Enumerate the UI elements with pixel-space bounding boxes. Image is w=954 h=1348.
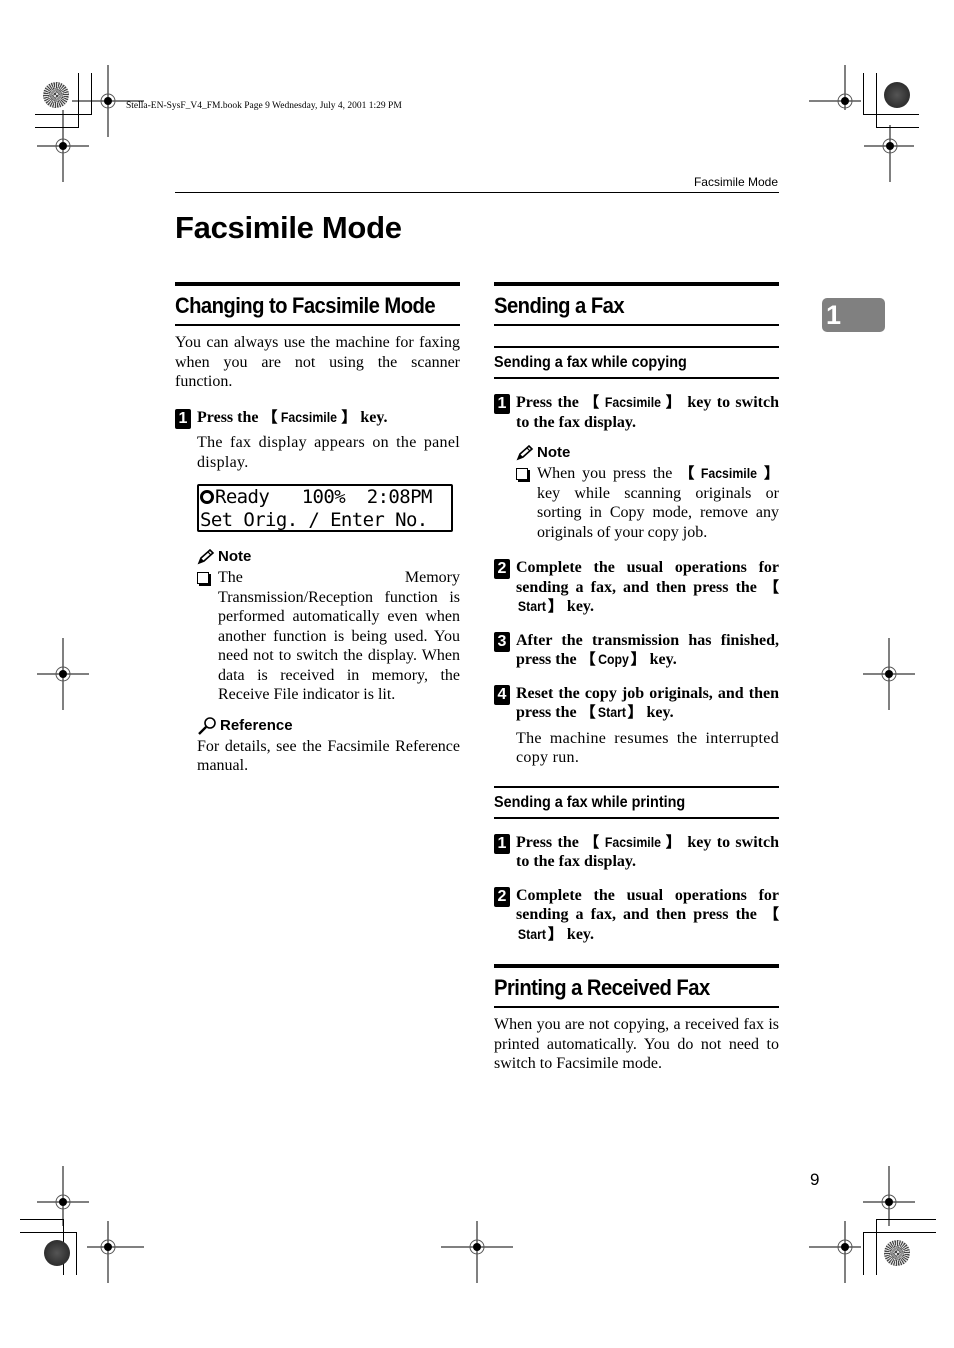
panel-display: Ready 100% 2:08PM Set Orig. / Enter No.	[197, 484, 453, 532]
subheading-while-copying: Sending a fax while copying	[494, 354, 687, 371]
crop-mark	[20, 1219, 63, 1220]
checkbox-bullet-icon	[516, 468, 528, 480]
start-key: Start	[517, 925, 546, 942]
start-key: Start	[517, 598, 546, 614]
page-title: Facsimile Mode	[175, 210, 402, 245]
step-3: 3 After the transmission has finished, p…	[494, 631, 779, 670]
step-1: 1 Press the 【Facsimile】 key to switch to…	[494, 833, 779, 872]
checkbox-bullet-icon	[197, 572, 209, 584]
file-info: Stella-EN-SysF_V4_FM.book Page 9 Wednesd…	[126, 101, 402, 111]
step-1: 1 Press the 【Facsimile】 key. The fax dis…	[175, 408, 460, 776]
step-description: The machine resumes the interrupted copy…	[516, 729, 779, 767]
step-instruction: Press the 【Facsimile】 key to switch to t…	[516, 832, 779, 871]
registration-mark-icon	[37, 638, 89, 710]
subheading-while-printing: Sending a fax while printing	[494, 793, 686, 811]
registration-mark-icon	[864, 125, 914, 182]
registration-mark-icon	[863, 638, 915, 710]
facsimile-key: Facsimile	[604, 394, 661, 410]
note-heading: Note	[516, 444, 779, 461]
registration-mark-icon	[87, 1221, 144, 1283]
facsimile-key: Facsimile	[604, 833, 661, 850]
step-instruction: Complete the usual operations for sendin…	[516, 559, 779, 615]
step-number-icon: 2	[494, 886, 510, 907]
subheading-rule	[494, 377, 779, 379]
color-rosette-icon	[884, 82, 910, 108]
color-rosette-icon	[43, 82, 69, 108]
color-rosette-icon	[884, 1240, 910, 1266]
facsimile-key: Facsimile	[701, 465, 758, 481]
step-number-icon: 3	[494, 631, 510, 652]
heading-rule	[175, 324, 460, 326]
running-head: Facsimile Mode	[693, 175, 778, 189]
color-rosette-icon	[44, 1240, 70, 1266]
step-instruction: After the transmission has finished, pre…	[516, 631, 779, 669]
facsimile-key: Facsimile	[281, 408, 338, 425]
step-description: The fax display appears on the panel dis…	[197, 434, 460, 471]
step-4: 4 Reset the copy job originals, and then…	[494, 684, 779, 768]
registration-mark-icon	[441, 1221, 513, 1283]
step-2: 2 Complete the usual operations for send…	[494, 886, 779, 945]
section-heading-printing: Printing a Received Fax	[494, 975, 710, 1000]
step-number-icon: 1	[494, 394, 510, 414]
registration-mark-icon	[809, 1221, 861, 1283]
printing-paragraph: When you are not copying, a received fax…	[494, 1016, 779, 1072]
note-item: When you press the 【Facsimile】 key while…	[516, 464, 779, 542]
reference-heading: Reference	[197, 716, 460, 735]
panel-display-line2: Set Orig. / Enter No.	[200, 509, 428, 531]
pencil-icon	[516, 444, 534, 460]
step-1: 1 Press the 【Facsimile】 key to switch to…	[494, 393, 779, 542]
panel-display-line1: Ready 100% 2:08PM	[215, 486, 432, 508]
note-heading: Note	[197, 548, 460, 565]
heading-rule	[494, 1006, 779, 1008]
magnifier-icon	[198, 716, 216, 735]
intro-paragraph: You can always use the machine for faxin…	[175, 334, 460, 390]
copy-key: Copy	[597, 651, 629, 667]
crop-mark	[876, 1219, 936, 1220]
note-item: The Memory Transmission/Reception functi…	[197, 568, 460, 705]
crop-mark	[20, 1232, 76, 1233]
step-number-icon: 2	[494, 559, 510, 579]
step-number-icon: 4	[494, 684, 510, 705]
fax-ready-icon	[200, 490, 214, 504]
step-instruction: Press the 【Facsimile】 key to switch to t…	[516, 393, 779, 431]
header-rule	[175, 192, 779, 193]
step-instruction: Press the 【Facsimile】 key.	[197, 407, 388, 426]
page-number: 9	[810, 1170, 820, 1189]
section-heading-sending: Sending a Fax	[494, 293, 625, 318]
start-key: Start	[597, 704, 626, 720]
reference-text: For details, see the Facsimile Reference…	[197, 737, 460, 775]
step-number-icon: 1	[494, 833, 510, 854]
pencil-icon	[197, 548, 215, 564]
step-instruction: Reset the copy job originals, and then p…	[516, 684, 779, 722]
registration-mark-icon	[37, 110, 89, 182]
step-instruction: Complete the usual operations for sendin…	[516, 886, 779, 943]
subheading-rule	[494, 816, 779, 819]
section-heading-changing: Changing to Facsimile Mode	[175, 293, 436, 318]
left-column: Changing to Facsimile Mode You can alway…	[175, 282, 460, 776]
step-number-icon: 1	[175, 408, 191, 429]
chapter-tab: 1	[822, 298, 885, 332]
heading-rule	[494, 324, 779, 326]
right-column: Sending a Fax Sending a fax while copyin…	[494, 282, 779, 1074]
step-2: 2 Complete the usual operations for send…	[494, 558, 779, 617]
